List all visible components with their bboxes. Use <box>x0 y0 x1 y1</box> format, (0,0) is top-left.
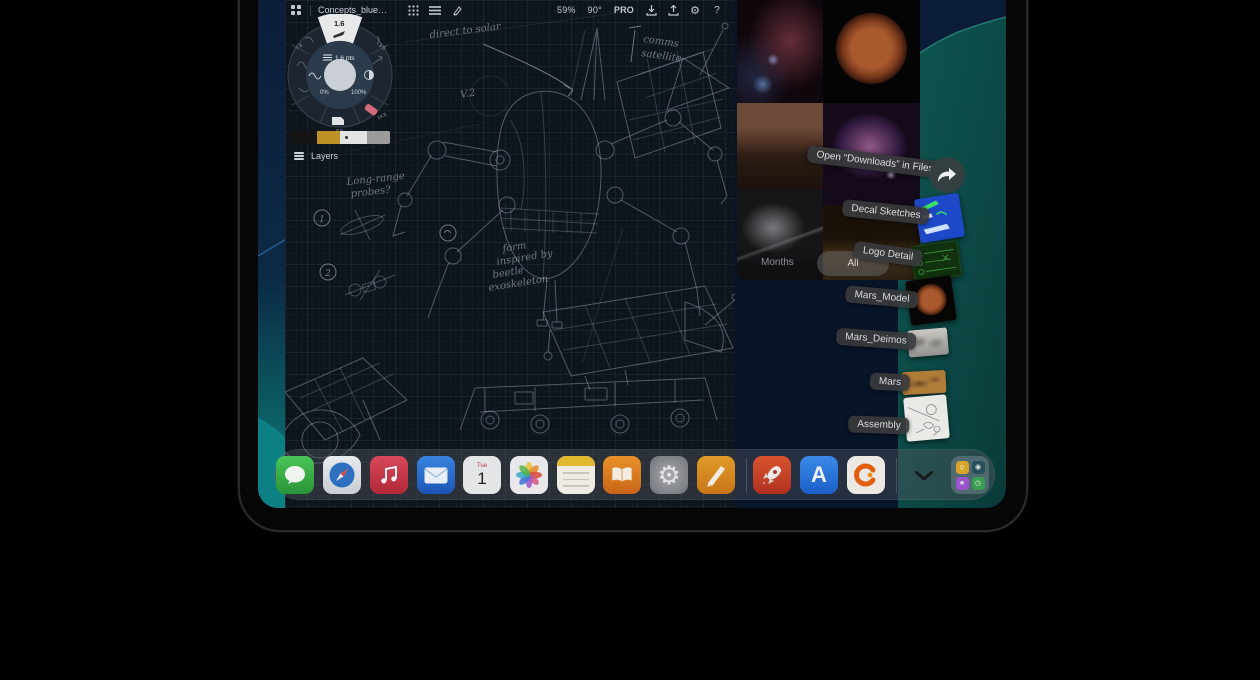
document-title[interactable]: Concepts_blue… <box>318 5 387 15</box>
concepts-toolbar: Concepts_blue… 59% 90° PRO ⚙ ? <box>285 0 735 20</box>
layers-stack-icon[interactable] <box>429 4 441 16</box>
dock-divider <box>746 458 747 493</box>
color-swatch-gold[interactable] <box>317 131 340 144</box>
layers-label: Layers <box>311 151 338 161</box>
dock-app-rocket[interactable] <box>753 456 791 494</box>
opacity-max: 100% <box>351 90 367 96</box>
segment-size-3: 14.5 <box>377 112 389 122</box>
size-readout: 1.6 pts <box>335 55 355 62</box>
dock-app-books[interactable] <box>603 456 641 494</box>
annotation-probes-2: probes? <box>350 185 392 200</box>
annotation-version: V.2 <box>460 88 477 101</box>
app-grid-icon[interactable] <box>290 4 302 16</box>
forward-arrow-icon <box>937 167 957 183</box>
annotation-direct-to-solar: direct to solar <box>429 21 502 41</box>
app-library-mini-camera: ◉ <box>972 461 985 474</box>
color-swatch-gray[interactable] <box>367 131 390 144</box>
app-library-mini-star: ★ <box>956 477 969 490</box>
photos-view-all-label: All <box>847 258 858 269</box>
dock-app-safari[interactable] <box>323 456 361 494</box>
photo-mars-globe[interactable] <box>823 0 920 103</box>
dock-app-music[interactable] <box>370 456 408 494</box>
active-size-label: 1.6 <box>334 19 344 28</box>
toolbar-divider <box>310 5 311 16</box>
dock: Tue 1 <box>274 449 995 500</box>
app-library-mini-clock: ◷ <box>972 477 985 490</box>
export-share-icon[interactable] <box>667 4 679 16</box>
app-library-mini-tips: ϙ <box>956 461 969 474</box>
dock-app-photos[interactable] <box>510 456 548 494</box>
drag-item-label: Assembly <box>848 415 910 434</box>
dock-app-sketch-pen[interactable] <box>697 456 735 494</box>
wheel-center-knob[interactable] <box>324 59 356 91</box>
assembly-sketch-art <box>903 394 950 442</box>
dock-app-settings[interactable]: ⚙ <box>650 456 688 494</box>
zoom-level[interactable]: 59% <box>557 5 576 15</box>
pro-badge[interactable]: PRO <box>614 5 634 15</box>
layers-button[interactable]: Layers <box>294 151 338 161</box>
calendar-day: 1 <box>477 470 486 487</box>
drag-thumb-assembly[interactable] <box>903 394 950 442</box>
opacity-min: 0% <box>320 90 329 96</box>
dock-app-appstore[interactable]: A <box>800 456 838 494</box>
color-strip[interactable] <box>290 131 390 144</box>
annotation-comms: comms <box>643 34 680 50</box>
marker-1: 1 <box>319 215 325 225</box>
help-icon[interactable]: ? <box>711 4 723 16</box>
concepts-app-window[interactable]: direct to solar comms satellite V.2 Long… <box>285 0 735 508</box>
settings-gear-icon[interactable]: ⚙ <box>689 4 701 16</box>
photos-flower-icon <box>515 461 543 489</box>
marker-2: 2 <box>324 269 331 279</box>
dock-app-library[interactable]: ϙ ◉ ★ ◷ <box>951 456 989 494</box>
photos-app-window[interactable]: Months All <box>737 0 920 280</box>
color-swatch-black[interactable] <box>290 131 317 144</box>
pen-tool-icon[interactable] <box>451 4 463 16</box>
photos-view-months[interactable]: Months <box>761 257 794 268</box>
dock-app-concepts[interactable] <box>847 456 885 494</box>
dock-app-mail[interactable] <box>417 456 455 494</box>
import-icon[interactable] <box>645 4 657 16</box>
dock-hide-chevron[interactable] <box>905 456 943 494</box>
dot-grid-icon[interactable] <box>407 4 419 16</box>
color-swatch-light[interactable] <box>340 131 367 144</box>
canvas-rotation[interactable]: 90° <box>588 5 602 15</box>
active-color-dot <box>345 136 348 139</box>
share-forward-badge <box>929 157 965 193</box>
dock-app-notes[interactable] <box>557 456 595 494</box>
layers-menu-icon <box>294 152 304 160</box>
annotation-satellite: satellite <box>641 48 683 65</box>
chevron-down-icon <box>915 471 933 480</box>
photo-nebula-horsehead[interactable] <box>737 0 823 103</box>
tool-wheel[interactable]: 1.6 7.3 3.5 14.5 8.9 1.6 pts 0% 100% <box>285 14 397 136</box>
ipad-screen: direct to solar comms satellite V.2 Long… <box>258 0 1006 508</box>
dock-app-calendar[interactable]: Tue 1 <box>463 456 501 494</box>
dock-divider <box>896 458 897 493</box>
dock-app-messages[interactable] <box>276 456 314 494</box>
drag-item-label: Mars <box>869 372 910 391</box>
